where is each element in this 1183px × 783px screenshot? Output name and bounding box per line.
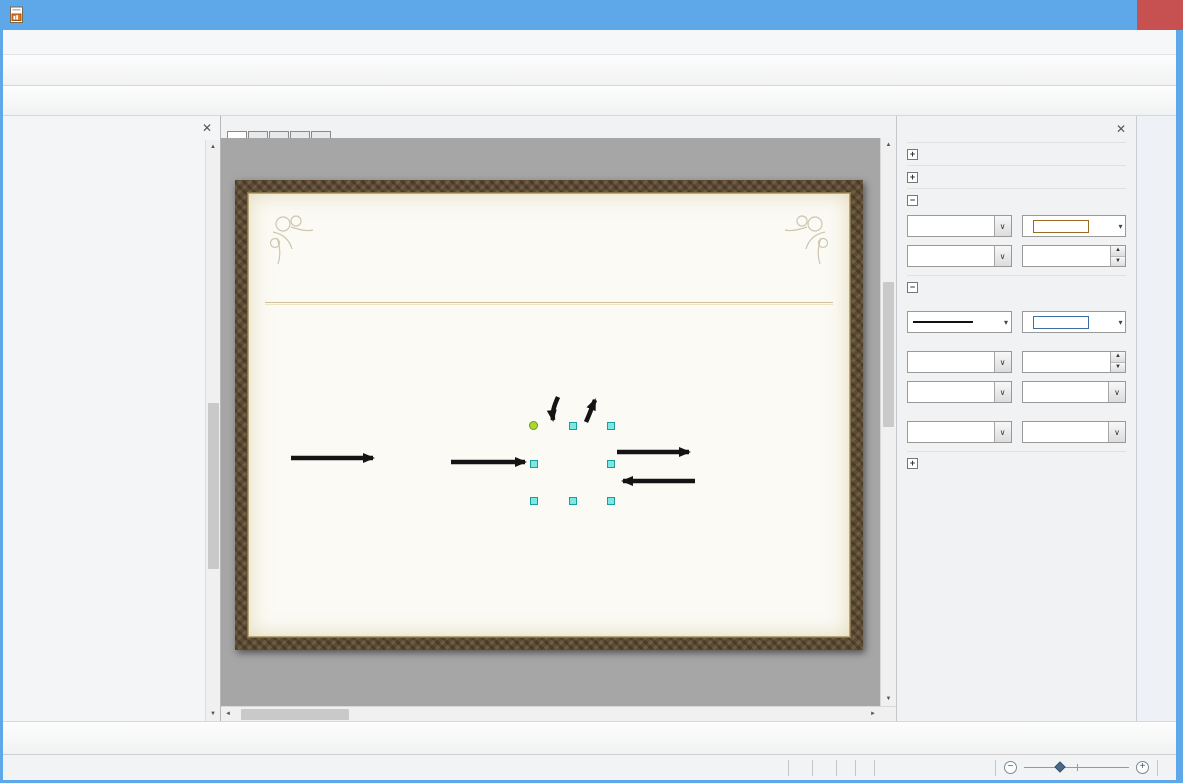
fill-type-select[interactable]: ∨ [907,215,1012,237]
fill-color-swatch [1032,219,1089,233]
line-style-select[interactable]: ∨ [907,351,1012,373]
scroll-up-icon[interactable]: ▲ [886,138,892,152]
scroll-up-icon[interactable]: ▲ [210,140,216,154]
collapse-icon[interactable]: − [907,195,918,206]
slides-panel-scrollbar[interactable]: ▲ ▼ [205,140,220,721]
horizontal-scrollbar[interactable]: ◄ ► [221,706,896,721]
impress-app-icon [8,6,26,24]
tab-outline[interactable] [248,131,268,138]
menu-insert[interactable] [55,39,71,45]
shape-short-term-memory[interactable] [534,426,611,501]
line-and-filling-toolbar [3,86,1176,116]
section-text[interactable]: + [907,142,1126,165]
diagram-arrows [291,396,695,486]
transparency-type-select[interactable]: ∨ [907,245,1012,267]
arrow-end-select[interactable]: ∨ [1021,381,1126,403]
section-area[interactable]: − [907,188,1126,211]
scroll-down-icon[interactable]: ▼ [886,692,892,706]
tab-normal[interactable] [227,131,247,138]
line-color-swatch [1032,315,1089,329]
shape-sensory-memory[interactable] [385,426,446,492]
selection-handle[interactable] [529,421,538,430]
minimize-button[interactable] [1069,0,1103,30]
cap-style-select[interactable]: ∨ [1021,421,1126,443]
drawing-toolbar [3,721,1176,754]
maximize-button[interactable] [1103,0,1137,30]
menu-slide-show[interactable] [103,39,119,45]
slide-canvas[interactable] [235,180,863,650]
impress-window: ✕ ▲ ▼ ▲ ▼ ◄ ► ✕ + + − ∨ ▾ ∨ ▲ ▼ − ▾ ▾ ∨ … [0,0,1183,783]
standard-toolbar [3,55,1176,86]
selection-handle[interactable] [607,422,615,430]
expand-icon[interactable]: + [907,172,918,183]
zoom-slider[interactable]: − + [996,761,1157,774]
line-width-select[interactable]: ▾ [907,311,1012,333]
line-transparency-input[interactable]: ▲ ▼ [1021,351,1126,373]
properties-panel: ✕ + + − ∨ ▾ ∨ ▲ ▼ − ▾ ▾ ∨ ▲ ▼ ∨ ∨ ∨ ∨ + [896,116,1136,721]
zoom-out-icon[interactable]: − [1004,761,1017,774]
selection-handle[interactable] [569,422,577,430]
section-paragraph[interactable]: + [907,165,1126,188]
selection-handle[interactable] [569,497,577,505]
tab-handout[interactable] [290,131,310,138]
slides-panel: ✕ ▲ ▼ [3,116,221,721]
properties-close-icon[interactable]: ✕ [1116,122,1126,136]
selection-handle[interactable] [530,497,538,505]
corner-style-select[interactable]: ∨ [907,421,1012,443]
section-position-size[interactable]: + [907,451,1126,474]
menu-edit[interactable] [23,39,39,45]
menu-format[interactable] [71,39,87,45]
scroll-right-icon[interactable]: ► [866,707,880,721]
menu-window[interactable] [119,39,135,45]
selection-handle[interactable] [530,460,538,468]
menu-bar [3,30,1176,55]
scroll-left-icon[interactable]: ◄ [221,707,235,721]
tab-notes[interactable] [269,131,289,138]
zoom-slider-thumb[interactable] [1053,761,1066,773]
status-bar: − + [3,754,1176,780]
slide-workspace[interactable] [221,138,880,706]
section-line[interactable]: − [907,275,1126,298]
arrow-start-select[interactable]: ∨ [907,381,1012,403]
vertical-scrollbar[interactable]: ▲ ▼ [880,138,896,706]
close-button[interactable] [1137,0,1183,30]
slide-thumbnail-list [3,140,205,721]
view-tabs [221,116,896,138]
slides-panel-close-icon[interactable]: ✕ [202,121,212,135]
title-bar [0,0,1183,30]
zoom-in-icon[interactable]: + [1136,761,1149,774]
menu-view[interactable] [39,39,55,45]
collapse-icon[interactable]: − [907,282,918,293]
selection-handle[interactable] [607,460,615,468]
menu-file[interactable] [7,39,23,45]
tab-slide-sorter[interactable] [311,131,331,138]
fill-color-picker[interactable]: ▾ [1021,215,1126,237]
transparency-value-input[interactable]: ▲ ▼ [1021,245,1126,267]
line-color-picker[interactable]: ▾ [1021,311,1126,333]
selection-handle[interactable] [607,497,615,505]
menu-help[interactable] [135,39,151,45]
menu-tools[interactable] [87,39,103,45]
shape-long-term-memory[interactable] [699,420,796,504]
scroll-down-icon[interactable]: ▼ [210,707,216,721]
sidebar-tab-strip [1136,116,1176,721]
expand-icon[interactable]: + [907,149,918,160]
expand-icon[interactable]: + [907,458,918,469]
